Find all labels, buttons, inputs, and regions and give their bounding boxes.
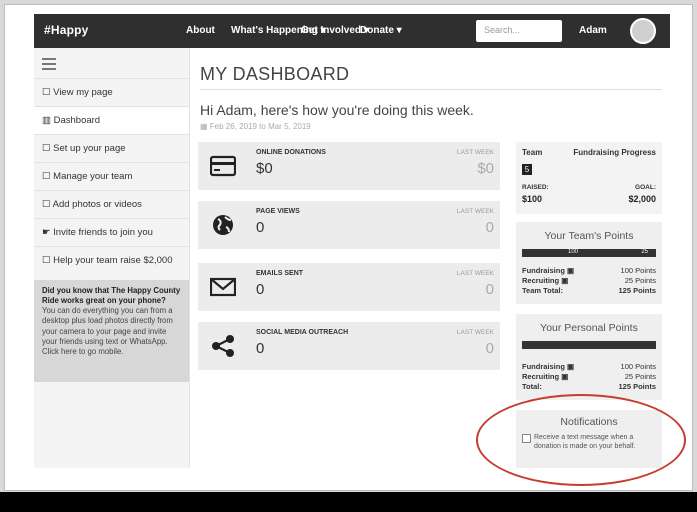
raised-label: RAISED:: [522, 184, 549, 191]
share-icon: [212, 335, 234, 357]
stat-value: 0: [256, 281, 265, 298]
panel-title: Your Personal Points: [540, 322, 638, 334]
goal-value: $2,000: [628, 194, 656, 204]
points-row: Fundraising ▣ 100 Points: [522, 362, 656, 371]
annotation-circle: [476, 394, 686, 486]
team-label: Team: [522, 148, 543, 157]
greeting: Hi Adam, here's how you're doing this we…: [200, 102, 474, 118]
raised-value: $100: [522, 194, 543, 204]
sidebar: ☐ View my page ▥ Dashboard ☐ Set up your…: [34, 48, 190, 468]
brand-logo[interactable]: #Happy: [44, 23, 89, 37]
search-input[interactable]: Search...: [476, 20, 562, 42]
nav-about[interactable]: About: [186, 25, 215, 36]
stat-value: 0: [256, 340, 265, 357]
progress-label: Fundraising Progress: [573, 148, 656, 157]
bottom-bar: [0, 492, 697, 512]
tip-body: You can do everything you can from a des…: [42, 306, 173, 356]
top-navbar: #Happy About What's Happening ▾ Get Invo…: [34, 14, 670, 48]
mobile-tip[interactable]: × Did you know that The Happy County Rid…: [34, 280, 189, 382]
close-icon[interactable]: ×: [170, 285, 175, 297]
stat-emails-sent: EMAILS SENT 0 LAST WEEK 0: [198, 263, 500, 311]
divider: [200, 89, 662, 90]
last-week-label: LAST WEEK: [456, 270, 494, 277]
stat-value: 0: [256, 219, 265, 236]
stat-label: SOCIAL MEDIA OUTREACH: [256, 329, 349, 336]
sidebar-item-manage-team[interactable]: ☐ Manage your team: [34, 162, 189, 190]
stat-social-outreach: SOCIAL MEDIA OUTREACH 0 LAST WEEK 0: [198, 322, 500, 370]
last-week-label: LAST WEEK: [456, 208, 494, 215]
tip-heading: Did you know that The Happy County Ride …: [42, 286, 181, 306]
stat-page-views: PAGE VIEWS 0 LAST WEEK 0: [198, 201, 500, 249]
info-icon: ▣: [561, 276, 569, 285]
sidebar-item-dashboard[interactable]: ▥ Dashboard: [34, 106, 189, 134]
stat-label: ONLINE DONATIONS: [256, 149, 326, 156]
info-icon: ▣: [561, 372, 569, 381]
bar-value-recruiting: 25: [641, 249, 648, 255]
personal-points-panel: Your Personal Points Fundraising ▣ 100 Po…: [516, 314, 662, 400]
personal-points-bar: [522, 341, 656, 349]
last-week-label: LAST WEEK: [456, 149, 494, 156]
info-icon: ▣: [567, 362, 575, 371]
hamburger-menu-icon[interactable]: [42, 58, 56, 70]
sidebar-item-invite-friends[interactable]: ☛ Invite friends to join you: [34, 218, 189, 246]
team-badge: 5: [522, 164, 532, 175]
envelope-icon: [210, 277, 236, 297]
points-row: Total: 125 Points: [522, 382, 656, 391]
points-row: Recruiting ▣ 25 Points: [522, 276, 656, 285]
last-week-value: $0: [477, 160, 494, 177]
avatar[interactable]: [630, 18, 656, 44]
last-week-value: 0: [485, 340, 494, 357]
globe-icon: [213, 215, 233, 235]
panel-title: Your Team's Points: [544, 230, 634, 242]
nav-donate[interactable]: Donate ▾: [360, 25, 402, 36]
last-week-value: 0: [485, 219, 494, 236]
stat-online-donations: ONLINE DONATIONS $0 LAST WEEK $0: [198, 142, 500, 190]
stat-label: EMAILS SENT: [256, 270, 304, 277]
points-row: Recruiting ▣ 25 Points: [522, 372, 656, 381]
last-week-label: LAST WEEK: [456, 329, 494, 336]
stat-label: PAGE VIEWS: [256, 208, 300, 215]
sidebar-item-add-photos[interactable]: ☐ Add photos or videos: [34, 190, 189, 218]
nav-get-involved[interactable]: Get Involved ▾: [301, 25, 369, 36]
calendar-icon: ▦: [200, 122, 208, 131]
team-points-bar: 100 25: [522, 249, 656, 257]
points-row: Fundraising ▣ 100 Points: [522, 266, 656, 275]
user-name[interactable]: Adam: [579, 25, 607, 36]
search-placeholder: Search...: [484, 25, 521, 35]
stat-value: $0: [256, 160, 273, 177]
bar-value-fundraising: 100: [568, 249, 579, 255]
credit-card-icon: [210, 155, 236, 177]
last-week-value: 0: [485, 281, 494, 298]
goal-label: GOAL:: [635, 184, 656, 191]
date-range: ▦ Feb 26, 2019 to Mar 5, 2019: [200, 122, 311, 131]
page-title: MY DASHBOARD: [200, 64, 350, 84]
info-icon: ▣: [567, 266, 575, 275]
team-points-panel: Your Team's Points 100 25 Fundraising ▣ 1…: [516, 222, 662, 304]
sidebar-item-setup-page[interactable]: ☐ Set up your page: [34, 134, 189, 162]
points-row: Team Total: 125 Points: [522, 286, 656, 295]
sidebar-item-view-page[interactable]: ☐ View my page: [34, 78, 189, 106]
fundraising-progress-panel: Team Fundraising Progress 5 RAISED: $100…: [516, 142, 662, 214]
sidebar-item-help-raise[interactable]: ☐ Help your team raise $2,000: [34, 246, 189, 274]
